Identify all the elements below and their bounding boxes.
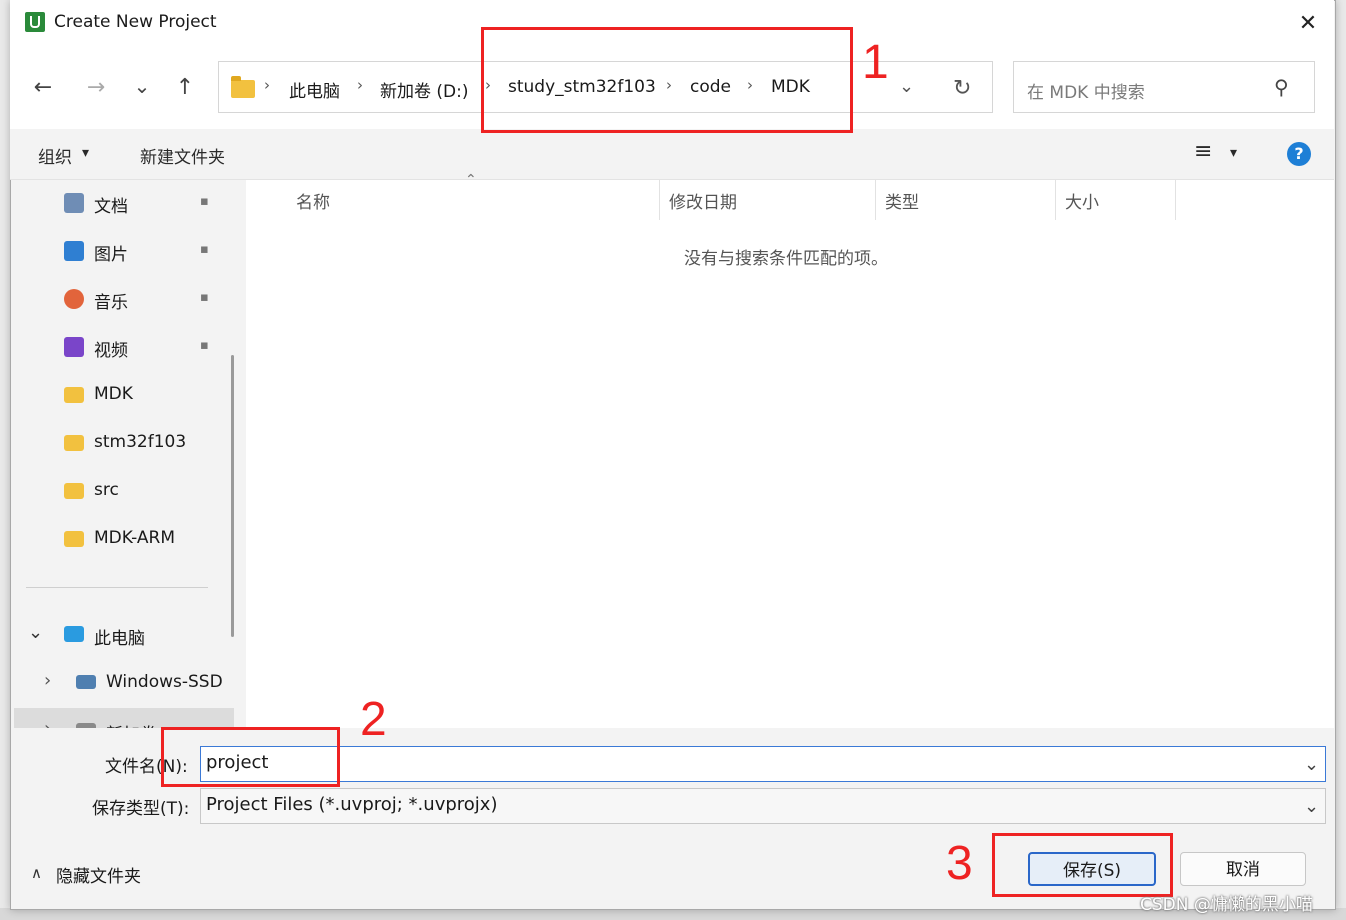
sidebar-item-pictures[interactable]: 图片 ▪ [14, 228, 220, 272]
pin-icon: ▪ [200, 242, 209, 257]
search-input[interactable]: 在 MDK 中搜索 [1027, 78, 1145, 103]
recent-locations-icon[interactable]: ⌄ [126, 70, 158, 102]
sidebar-item-label: 文档 [94, 197, 128, 217]
column-divider[interactable] [875, 180, 876, 220]
folder-icon [64, 435, 84, 451]
sidebar-item-music[interactable]: 音乐 ▪ [14, 276, 220, 320]
column-header-size[interactable]: 大小 [1065, 188, 1099, 213]
breadcrumb-separator: › [264, 76, 270, 94]
annotation-number-1: 1 [862, 36, 889, 89]
sidebar-item-label: 音乐 [94, 293, 128, 313]
keil-app-icon [25, 12, 45, 32]
filename-field[interactable] [200, 746, 1326, 782]
hide-folders-caret-icon[interactable]: ∧ [31, 864, 42, 882]
refresh-icon[interactable]: ↻ [953, 76, 971, 101]
new-folder-button[interactable]: 新建文件夹 [140, 143, 225, 168]
sidebar-item-mdk[interactable]: MDK [14, 372, 220, 416]
empty-list-message: 没有与搜索条件匹配的项。 [684, 249, 888, 269]
sidebar-item-drive-d[interactable]: › 新加卷 (D:) [14, 708, 234, 728]
annotation-box-filename [161, 727, 340, 787]
music-icon [64, 289, 84, 309]
document-icon [64, 193, 84, 213]
help-icon[interactable]: ? [1287, 142, 1311, 166]
sidebar-item-label: src [94, 480, 119, 500]
cancel-button[interactable]: 取消 [1180, 852, 1306, 886]
pin-icon: ▪ [200, 338, 209, 353]
address-dropdown-icon[interactable]: ⌄ [899, 76, 914, 97]
breadcrumb-this-pc[interactable]: 此电脑 [289, 77, 340, 102]
sidebar-scrollbar[interactable] [231, 355, 234, 637]
close-button[interactable]: ✕ [1290, 7, 1326, 41]
annotation-number-3: 3 [946, 837, 973, 890]
pin-icon: ▪ [200, 290, 209, 305]
sidebar-item-src[interactable]: src [14, 468, 220, 512]
sidebar-item-videos[interactable]: 视频 ▪ [14, 324, 220, 368]
organize-caret-icon: ▾ [82, 145, 90, 161]
sidebar-item-label: Windows-SSD [106, 672, 223, 692]
annotation-box-breadcrumb [481, 27, 853, 133]
sidebar-item-mdk-arm[interactable]: MDK-ARM [14, 516, 220, 560]
computer-icon [64, 626, 84, 642]
view-options-icon[interactable]: ≡ [1194, 139, 1212, 164]
filetype-label: 保存类型(T): [92, 799, 190, 819]
video-icon [64, 337, 84, 357]
breadcrumb-drive-d[interactable]: 新加卷 (D:) [380, 77, 469, 102]
annotation-box-save [992, 833, 1173, 897]
expand-chevron-icon[interactable]: ⌄ [28, 622, 43, 643]
breadcrumb-separator: › [357, 76, 363, 94]
sidebar-item-label: stm32f103 [94, 432, 187, 452]
column-header-date[interactable]: 修改日期 [669, 188, 737, 213]
drive-icon [76, 723, 96, 728]
sidebar-item-this-pc[interactable]: ⌄ 此电脑 [14, 612, 220, 656]
column-header-name[interactable]: 名称 [296, 188, 330, 213]
column-header-type[interactable]: 类型 [885, 188, 919, 213]
folder-icon [64, 531, 84, 547]
sidebar-divider [26, 587, 208, 588]
expand-chevron-icon[interactable]: › [44, 718, 51, 728]
sidebar-item-label: 此电脑 [94, 629, 145, 649]
expand-chevron-icon[interactable]: › [44, 670, 51, 691]
sidebar-item-documents[interactable]: 文档 ▪ [14, 180, 220, 224]
navigation-pane: 文档 ▪ 图片 ▪ 音乐 ▪ 视频 ▪ MDK stm32f103 src MD… [14, 180, 234, 728]
sidebar-item-label: MDK-ARM [94, 528, 175, 548]
annotation-number-2: 2 [360, 693, 387, 746]
view-caret-icon[interactable]: ▾ [1230, 145, 1237, 161]
window-title: Create New Project [54, 12, 217, 32]
sidebar-item-label: MDK [94, 384, 133, 404]
up-arrow-icon[interactable]: ↑ [169, 72, 201, 104]
forward-arrow-icon[interactable]: → [80, 72, 112, 104]
sidebar-item-stm32f103[interactable]: stm32f103 [14, 420, 220, 464]
folder-icon [64, 483, 84, 499]
column-divider[interactable] [1055, 180, 1056, 220]
sidebar-item-label: 图片 [94, 245, 128, 265]
sidebar-item-windows-ssd[interactable]: › Windows-SSD [14, 660, 234, 704]
column-divider[interactable] [1175, 180, 1176, 220]
search-icon[interactable]: ⚲ [1274, 75, 1289, 99]
hide-folders-button[interactable]: 隐藏文件夹 [56, 862, 141, 887]
filename-dropdown-icon[interactable]: ⌄ [1304, 754, 1319, 775]
drive-icon [76, 675, 96, 689]
organize-button[interactable]: 组织 [38, 143, 72, 168]
sidebar-item-label: 视频 [94, 341, 128, 361]
pin-icon: ▪ [200, 194, 209, 209]
watermark-text: CSDN @慵懒的黑小喵 [1140, 895, 1313, 915]
filetype-dropdown-icon[interactable]: ⌄ [1304, 796, 1319, 817]
pictures-icon [64, 241, 84, 261]
folder-icon [231, 76, 255, 98]
folder-icon [64, 387, 84, 403]
back-arrow-icon[interactable]: ← [27, 72, 59, 104]
filetype-value: Project Files (*.uvproj; *.uvprojx) [206, 794, 498, 815]
column-divider[interactable] [659, 180, 660, 220]
sort-caret-icon: ⌃ [465, 172, 477, 188]
